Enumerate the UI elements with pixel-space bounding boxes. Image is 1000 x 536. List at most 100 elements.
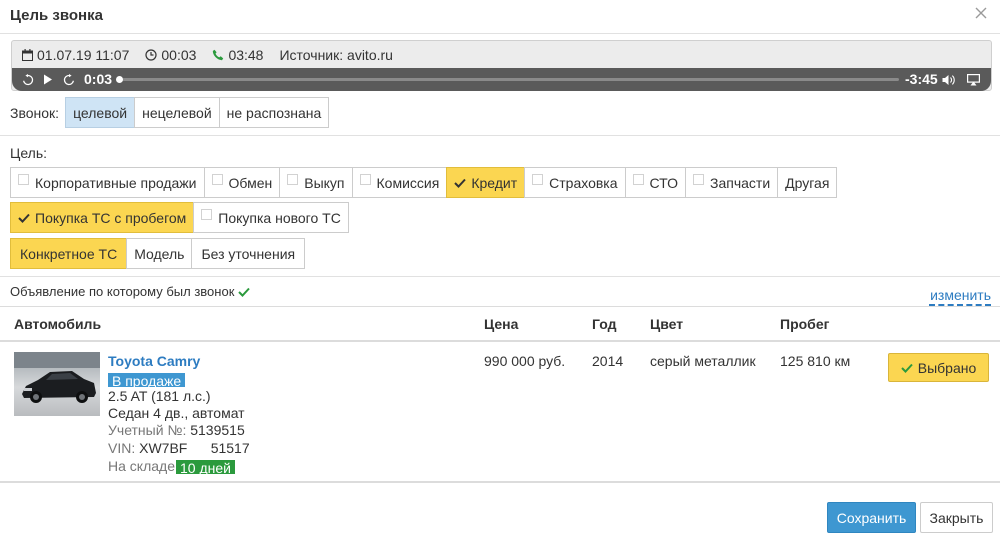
clock-icon [145, 49, 157, 61]
forward-icon[interactable] [61, 72, 77, 87]
goal-option-label: СТО [649, 174, 678, 191]
checkmark-icon [454, 175, 467, 191]
goal-option-label: Запчасти [710, 174, 771, 191]
vehicle-option-new[interactable]: Покупка нового ТС [193, 202, 349, 233]
call-recording-panel: 01.07.19 11:07 00:03 03:48 Источник: avi… [11, 40, 992, 91]
call-type-row: Звонок: целевой нецелевой не распознана [10, 97, 330, 128]
vin-label: VIN: [108, 440, 136, 456]
vehicle-option-label: Покупка ТС с пробегом [35, 209, 187, 226]
specificity-option-model[interactable]: Модель [126, 238, 193, 269]
goal-option-label: Выкуп [304, 174, 345, 191]
goal-option-label: Комиссия [376, 174, 440, 191]
header-year: Год [592, 316, 617, 332]
goal-option-service[interactable]: СТО [624, 167, 686, 198]
goal-option-parts[interactable]: Запчасти [685, 167, 779, 198]
specificity-options: Конкретное ТС Модель Без уточнения [10, 238, 306, 269]
goal-option-label: Обмен [228, 174, 273, 191]
volume-icon[interactable] [941, 72, 957, 87]
table-row: Toyota Camry В продаже 2.5 AT (181 л.с.)… [0, 342, 1000, 483]
car-color: серый металлик [650, 353, 756, 369]
airplay-icon[interactable] [965, 72, 981, 87]
call-type-divider [0, 135, 1000, 136]
car-body: Седан 4 дв., автомат [108, 405, 245, 421]
phone-icon [213, 49, 224, 61]
ad-label: Объявление по которому был звонок [10, 284, 235, 299]
audio-player: 0:03 -3:45 [12, 68, 991, 91]
goal-option-exchange[interactable]: Обмен [203, 167, 281, 198]
vin-value: XW7BF 51517 [139, 440, 250, 456]
selected-label: Выбрано [917, 359, 977, 376]
warehouse-label: На складе: [108, 458, 179, 474]
checkbox-icon [18, 174, 29, 185]
recording-info: 01.07.19 11:07 00:03 03:48 Источник: avi… [22, 46, 409, 64]
close-icon[interactable] [974, 6, 990, 22]
call-type-label: Звонок: [10, 104, 60, 121]
goal-options: Корпоративные продажи Обмен Выкуп Комисс… [10, 167, 838, 198]
ad-line: Объявление по которому был звонок [10, 284, 251, 299]
header-price: Цена [484, 316, 519, 332]
goal-divider [0, 276, 1000, 277]
car-name-link[interactable]: Toyota Camry [108, 353, 200, 369]
stock-label: Учетный №: [108, 422, 187, 438]
checkbox-icon [693, 174, 704, 185]
rewind-icon[interactable] [20, 72, 36, 87]
goal-option-other[interactable]: Другая [777, 167, 838, 198]
car-thumbnail[interactable] [14, 352, 100, 416]
call-option-target[interactable]: целевой [65, 97, 136, 128]
vehicle-option-used[interactable]: Покупка ТС с пробегом [10, 202, 195, 233]
goal-option-label: Страховка [549, 174, 618, 191]
call-type-selector: целевой нецелевой не распознана [65, 97, 330, 128]
checkbox-icon [532, 174, 544, 185]
recording-date: 01.07.19 11:07 [37, 47, 130, 63]
calendar-icon [22, 49, 33, 61]
player-progress-track[interactable] [122, 78, 899, 81]
goal-option-corporate-sales[interactable]: Корпоративные продажи [10, 167, 205, 198]
goal-option-credit[interactable]: Кредит [446, 167, 526, 198]
header-mileage: Пробег [780, 316, 830, 332]
vehicle-option-label: Покупка нового ТС [218, 209, 341, 226]
checkbox-icon [201, 209, 213, 220]
checkbox-icon [287, 174, 299, 185]
selected-button[interactable]: Выбрано [888, 353, 989, 382]
play-icon[interactable] [41, 72, 55, 87]
car-warehouse: На складе: [108, 458, 179, 474]
car-year: 2014 [592, 353, 624, 369]
specificity-option-specific[interactable]: Конкретное ТС [10, 238, 128, 269]
table-header: Автомобиль Цена Год Цвет Пробег [0, 306, 1000, 342]
goal-option-commission[interactable]: Комиссия [351, 167, 448, 198]
vehicle-type-row: Покупка ТС с пробегом Покупка нового ТС [10, 202, 349, 233]
recording-duration: 00:03 [161, 47, 197, 63]
goal-option-insurance[interactable]: Страховка [524, 167, 626, 198]
call-option-unrecognized[interactable]: не распознана [218, 97, 330, 128]
header-divider [0, 33, 1000, 34]
vehicle-type-options: Покупка ТС с пробегом Покупка нового ТС [10, 202, 349, 233]
header-car: Автомобиль [14, 316, 102, 332]
player-current-time: 0:03 [84, 71, 113, 87]
save-button[interactable]: Сохранить [827, 502, 916, 533]
goal-options-row: Корпоративные продажи Обмен Выкуп Комисс… [10, 167, 838, 198]
car-price: 990 000 руб. [484, 353, 566, 369]
specificity-option-none[interactable]: Без уточнения [191, 238, 306, 269]
edit-link[interactable]: изменить [930, 287, 991, 303]
dialog-header: Цель звонка [0, 0, 1000, 33]
checkmark-icon [18, 210, 30, 226]
player-progress-thumb[interactable] [116, 76, 123, 83]
goal-label-row: Цель: [10, 145, 47, 161]
checkbox-icon [211, 174, 223, 185]
checkmark-icon [901, 363, 913, 373]
close-button[interactable]: Закрыть [920, 502, 993, 533]
goal-option-buyout[interactable]: Выкуп [279, 167, 353, 198]
warehouse-badge: 10 дней [176, 460, 235, 474]
check-icon [238, 287, 251, 297]
checkbox-icon [632, 174, 644, 185]
car-mileage: 125 810 км [780, 353, 851, 369]
status-badge: В продаже [108, 373, 186, 387]
goal-option-label: Кредит [471, 174, 518, 191]
player-remaining-time: -3:45 [905, 71, 938, 87]
checkbox-icon [359, 174, 371, 185]
car-engine: 2.5 AT (181 л.с.) [108, 388, 211, 404]
call-option-nontarget[interactable]: нецелевой [134, 97, 220, 128]
header-color: Цвет [650, 316, 684, 332]
goal-label: Цель: [10, 145, 48, 161]
stock-value: 5139515 [190, 422, 245, 438]
